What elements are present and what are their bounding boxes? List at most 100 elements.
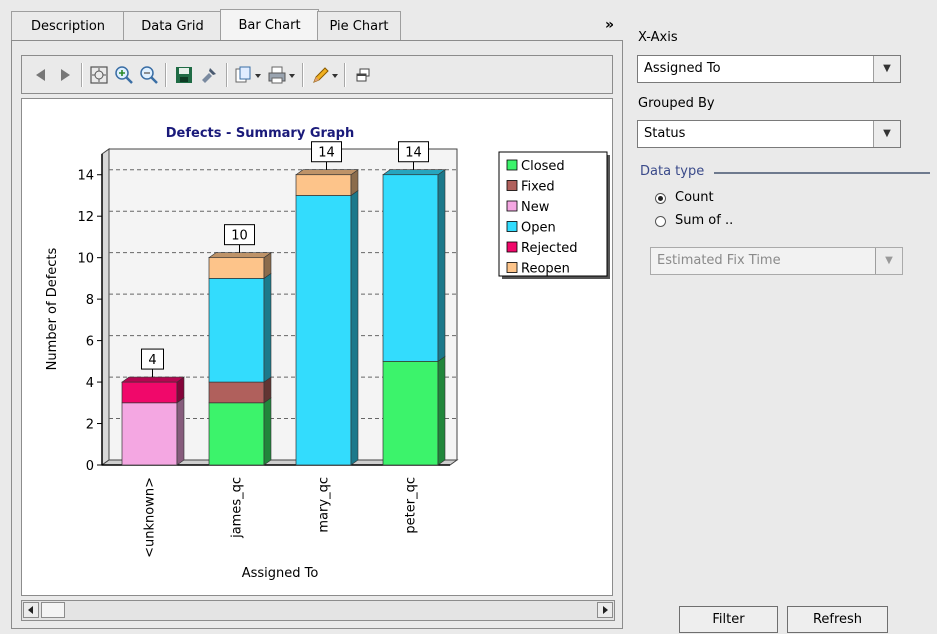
tab-pie-chart[interactable]: Pie Chart [317,11,401,41]
toolbar-separator [81,63,83,87]
legend-label: New [521,200,550,215]
tab-label: Pie Chart [329,19,389,34]
bar-segment [382,360,439,466]
total-label: 4 [148,353,156,368]
y-tick-label: 14 [77,169,94,184]
chevron-down-icon[interactable]: ▼ [873,121,900,147]
legend-label: Closed [521,159,565,174]
horizontal-scrollbar[interactable] [21,600,615,621]
legend-swatch [506,159,518,171]
total-label: 14 [318,146,335,161]
bar-top-cap [121,376,185,383]
chart-title: Defects - Summary Graph [166,126,355,141]
bar-segment [208,402,265,466]
legend-swatch [506,241,518,253]
xaxis-select[interactable]: Assigned To ▼ [637,55,901,83]
copy-icon[interactable] [233,64,263,86]
forward-icon[interactable] [54,64,76,86]
legend-label: Fixed [521,180,555,195]
plot-side-wall [101,148,110,466]
x-axis-label: Assigned To [242,566,319,581]
toolbar-separator [302,63,304,87]
save-icon[interactable] [173,64,195,86]
bar-segment [121,381,178,404]
tab-bar-chart[interactable]: Bar Chart [220,9,319,42]
legend-swatch [506,180,518,191]
tab-description[interactable]: Description [11,11,125,41]
scroll-right-icon[interactable] [597,602,613,618]
tab-data-grid[interactable]: Data Grid [123,11,222,41]
data-type-label: Data type [640,164,705,179]
bar-segment-side [437,355,446,466]
legend-swatch [506,221,518,232]
bar-segment [295,195,352,466]
refresh-button[interactable]: Refresh [787,606,888,633]
chevron-down-icon[interactable]: ▼ [873,56,900,82]
legend-swatch [506,262,518,273]
scroll-left-icon[interactable] [23,602,39,618]
tab-label: Data Grid [141,19,204,34]
xaxis-select-value: Assigned To [644,61,721,76]
sum-field-select: Estimated Fix Time ▼ [650,247,903,275]
toolbar-separator [165,63,167,87]
bar-segment-side [350,189,359,466]
bar-top-cap [382,169,446,176]
bar-segment-side [263,397,272,466]
chart-canvas: Defects - Summary Graph 0 2 4 6 8 10 12 14 Number… [21,98,613,596]
legend-swatch [506,200,518,212]
filter-button[interactable]: Filter [679,606,778,633]
tab-overflow-button[interactable]: » [605,17,614,33]
y-tick-label: 8 [86,293,94,308]
bar-chart: Defects - Summary Graph 0 2 4 6 8 10 12 14 Number… [45,126,610,581]
radio-count-label: Count [675,190,714,205]
y-tick-label: 4 [86,376,94,391]
x-tick-label: mary_qc [317,477,332,533]
zoom-in-icon[interactable] [113,64,135,86]
zoom-fit-icon[interactable] [88,64,110,86]
zoom-out-icon[interactable] [138,64,160,86]
legend-label: Open [521,221,556,236]
y-tick-label: 12 [77,210,94,225]
total-label: 10 [231,229,248,244]
tab-bar: Description Data Grid Bar Chart Pie Char… [11,7,621,42]
print-icon[interactable] [267,64,297,86]
y-tick-label: 6 [86,335,94,350]
bar-segment-side [437,169,446,362]
grouped-by-label: Grouped By [638,96,715,111]
legend-label: Reopen [521,262,570,277]
grouped-by-select-value: Status [644,126,686,141]
bar-segment [208,381,265,404]
bar-segment [208,278,265,383]
x-tick-label: peter_qc [404,477,419,534]
group-divider [714,172,930,174]
bar-segment [295,174,352,196]
x-tick-label: <unknown> [143,477,158,558]
xaxis-label: X-Axis [638,30,678,45]
sum-field-select-value: Estimated Fix Time [657,253,781,268]
tab-label: Bar Chart [238,18,301,33]
toolbar-separator [344,63,346,87]
edit-icon[interactable] [310,64,340,86]
bar-top-cap [295,169,359,176]
radio-count[interactable] [655,193,666,204]
bar-segment [208,257,265,279]
bar-top-cap [208,252,272,258]
chevron-down-icon: ▼ [875,248,902,274]
y-tick-label: 2 [86,418,94,433]
toolbar-separator [226,63,228,87]
bar-segment-side [176,397,185,466]
y-axis-label: Number of Defects [45,247,60,370]
radio-sum[interactable] [655,216,666,227]
popout-icon[interactable] [352,64,374,86]
settings-icon[interactable] [198,64,220,86]
y-tick-label: 10 [77,252,94,267]
scroll-thumb[interactable] [41,602,65,618]
bar-segment [121,402,178,466]
x-tick-label: james_qc [230,477,245,539]
bar-segment-side [263,272,272,383]
legend-label: Rejected [521,241,578,256]
back-icon[interactable] [30,64,52,86]
grouped-by-select[interactable]: Status ▼ [637,120,901,148]
y-tick-label: 0 [86,459,94,474]
tab-label: Description [30,19,106,34]
